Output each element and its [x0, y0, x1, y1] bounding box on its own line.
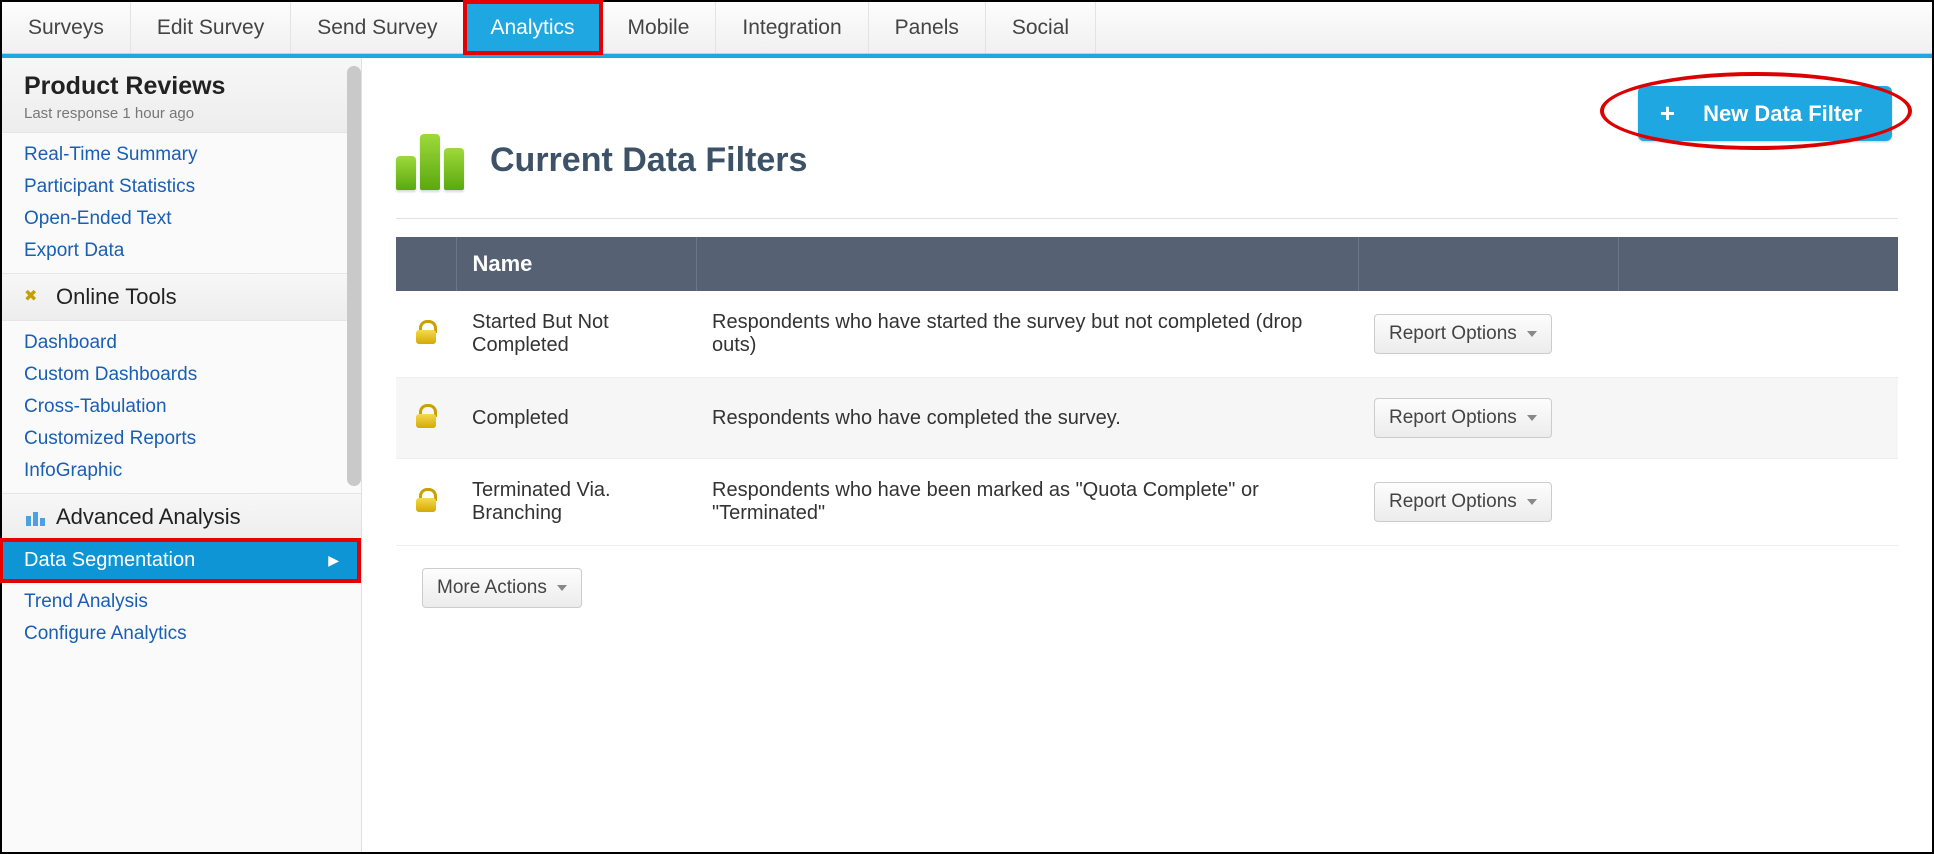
sidebar-item-realtime-summary[interactable]: Real-Time Summary [2, 139, 361, 171]
report-options-label: Report Options [1389, 491, 1517, 513]
table-header-row: Name [396, 237, 1898, 291]
page-title-row: Current Data Filters [396, 130, 1898, 219]
table-header-blank1 [396, 237, 456, 291]
sidebar-item-trend-analysis[interactable]: Trend Analysis [2, 586, 361, 618]
tab-analytics-label: Analytics [491, 16, 575, 40]
new-data-filter-label: New Data Filter [1703, 101, 1862, 127]
table-header-blank4 [1618, 237, 1898, 291]
table-cell-empty [1618, 459, 1898, 546]
sidebar-group-advanced-rest: Trend Analysis Configure Analytics [2, 580, 361, 656]
lock-icon [416, 404, 436, 426]
sidebar-item-custom-dashboards[interactable]: Custom Dashboards [2, 359, 361, 391]
filter-description: Respondents who have started the survey … [696, 291, 1358, 378]
report-options-button[interactable]: Report Options [1374, 482, 1552, 522]
sidebar-item-participant-statistics[interactable]: Participant Statistics [2, 171, 361, 203]
tab-surveys[interactable]: Surveys [2, 2, 131, 53]
filter-name: Terminated Via. Branching [456, 459, 696, 546]
table-header-blank2 [696, 237, 1358, 291]
sidebar-group-tools: Dashboard Custom Dashboards Cross-Tabula… [2, 321, 361, 494]
tab-mobile[interactable]: Mobile [602, 2, 717, 53]
survey-title: Product Reviews [24, 72, 339, 101]
tab-panels[interactable]: Panels [869, 2, 986, 53]
tab-analytics[interactable]: Analytics [465, 2, 602, 53]
sidebar-item-cross-tabulation[interactable]: Cross-Tabulation [2, 391, 361, 423]
table-row: Completed Respondents who have completed… [396, 378, 1898, 459]
report-options-label: Report Options [1389, 323, 1517, 345]
tab-integration[interactable]: Integration [716, 2, 868, 53]
tab-send-survey[interactable]: Send Survey [291, 2, 464, 53]
sidebar-item-configure-analytics[interactable]: Configure Analytics [2, 618, 361, 650]
table-cell-empty [1618, 378, 1898, 459]
sidebar: Product Reviews Last response 1 hour ago… [2, 58, 362, 852]
filter-name: Completed [456, 378, 696, 459]
more-actions-row: More Actions [396, 546, 1898, 608]
more-actions-label: More Actions [437, 577, 547, 599]
report-options-label: Report Options [1389, 407, 1517, 429]
sidebar-item-infographic[interactable]: InfoGraphic [2, 455, 361, 487]
report-options-button[interactable]: Report Options [1374, 314, 1552, 354]
new-data-filter-button[interactable]: + New Data Filter [1638, 86, 1892, 141]
sidebar-group-reports: Real-Time Summary Participant Statistics… [2, 133, 361, 274]
bar-chart-icon [396, 130, 468, 190]
tab-social[interactable]: Social [986, 2, 1096, 53]
chart-line-icon [24, 506, 46, 528]
plus-icon: + [1660, 98, 1675, 129]
caret-down-icon [1527, 331, 1537, 337]
sidebar-section-advanced-analysis: Advanced Analysis [2, 494, 361, 541]
filters-table: Name Started But Not Completed Responden… [396, 237, 1898, 546]
sidebar-item-export-data[interactable]: Export Data [2, 235, 361, 267]
table-row: Started But Not Completed Respondents wh… [396, 291, 1898, 378]
filter-name: Started But Not Completed [456, 291, 696, 378]
more-actions-button[interactable]: More Actions [422, 568, 582, 608]
sidebar-item-customized-reports[interactable]: Customized Reports [2, 423, 361, 455]
page-title: Current Data Filters [490, 141, 807, 180]
tools-icon [24, 286, 46, 308]
tab-edit-survey[interactable]: Edit Survey [131, 2, 291, 53]
filter-description: Respondents who have been marked as "Quo… [696, 459, 1358, 546]
sidebar-item-data-segmentation-label: Data Segmentation [24, 549, 195, 572]
sidebar-header: Product Reviews Last response 1 hour ago [2, 58, 361, 133]
table-header-blank3 [1358, 237, 1618, 291]
last-response-text: Last response 1 hour ago [24, 105, 339, 122]
main-content: + New Data Filter Current Data Filters N… [362, 58, 1932, 852]
caret-down-icon [1527, 499, 1537, 505]
sidebar-item-open-ended-text[interactable]: Open-Ended Text [2, 203, 361, 235]
lock-icon [416, 488, 436, 510]
top-nav: Surveys Edit Survey Send Survey Analytic… [2, 2, 1932, 54]
caret-down-icon [557, 585, 567, 591]
lock-icon [416, 320, 436, 342]
filter-description: Respondents who have completed the surve… [696, 378, 1358, 459]
sidebar-section-online-tools-label: Online Tools [56, 284, 177, 310]
caret-down-icon [1527, 415, 1537, 421]
sidebar-item-dashboard[interactable]: Dashboard [2, 327, 361, 359]
sidebar-item-data-segmentation[interactable]: Data Segmentation ▶ [2, 541, 361, 580]
sidebar-section-advanced-label: Advanced Analysis [56, 504, 241, 530]
table-row: Terminated Via. Branching Respondents wh… [396, 459, 1898, 546]
sidebar-scroll-thumb[interactable] [347, 66, 361, 486]
sidebar-section-online-tools: Online Tools [2, 274, 361, 321]
table-cell-empty [1618, 291, 1898, 378]
report-options-button[interactable]: Report Options [1374, 398, 1552, 438]
chevron-right-icon: ▶ [328, 552, 339, 569]
table-header-name: Name [456, 237, 696, 291]
